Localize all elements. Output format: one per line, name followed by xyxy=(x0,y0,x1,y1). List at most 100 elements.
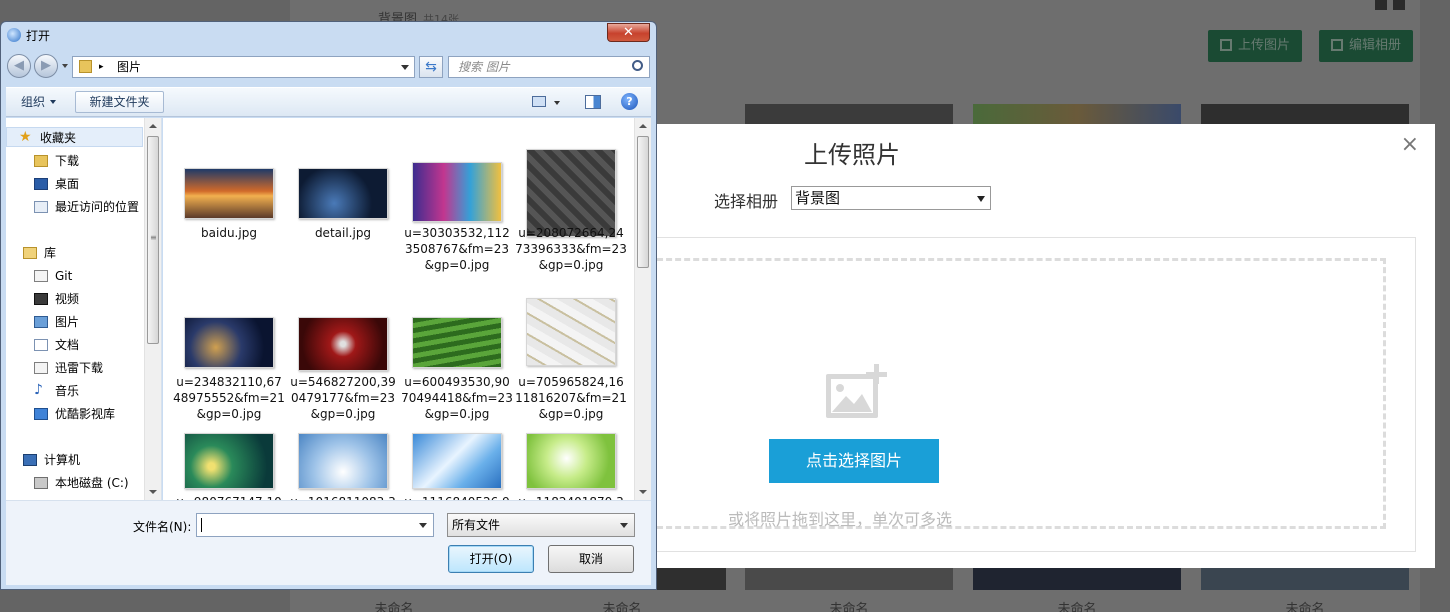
file-name: u=234832110,6748975552&fm=21&gp=0.jpg xyxy=(173,375,285,421)
star-icon: ★ xyxy=(19,129,32,145)
image-thumbnail xyxy=(526,433,616,489)
document-icon xyxy=(34,339,48,351)
file-name: u=705965824,1611816207&fm=21&gp=0.jpg xyxy=(515,375,627,421)
breadcrumb[interactable]: 图片 xyxy=(117,57,141,77)
file-list-scrollbar[interactable] xyxy=(634,118,651,500)
upload-photo-modal: 上传照片 × 选择相册 背景图 点击选择图片 或将照片拖到这里，单次可多选 xyxy=(648,124,1435,568)
file-name: u=208072664,2473396333&fm=23&gp=0.jpg xyxy=(515,226,627,272)
filename-input[interactable] xyxy=(196,513,434,537)
chevron-down-icon[interactable] xyxy=(554,101,560,105)
edit-album-button[interactable]: 编辑相册 xyxy=(1319,30,1414,62)
git-folder-icon xyxy=(34,270,48,282)
navigation-pane: ★ 收藏夹 下载 桌面 最近访问的位置 库 Git 视频 图片 文档 迅雷下载 … xyxy=(6,118,162,500)
app-icon xyxy=(7,28,21,42)
address-bar[interactable]: ▸ 图片 xyxy=(72,56,415,78)
album-select-label: 选择相册 xyxy=(714,192,779,211)
sidebar-scrollbar[interactable]: ≡ xyxy=(144,118,161,500)
grip-icon: ≡ xyxy=(150,233,157,242)
album-select[interactable]: 背景图 xyxy=(791,186,991,210)
dialog-title: 打开 xyxy=(26,29,51,43)
open-button[interactable]: 打开(O) xyxy=(448,545,534,573)
dialog-titlebar[interactable]: 打开 ✕ xyxy=(1,22,656,48)
photo-caption: 未命名 xyxy=(1285,602,1325,612)
search-input[interactable]: 搜索 图片 xyxy=(448,56,650,78)
music-icon: ♪ xyxy=(34,382,43,398)
library-icon xyxy=(23,247,37,259)
recent-locations-chevron-icon[interactable] xyxy=(62,64,68,68)
file-name: u=30303532,1123508767&fm=23&gp=0.jpg xyxy=(404,226,510,272)
list-view-icon[interactable] xyxy=(1393,0,1405,10)
scrollbar-thumb[interactable] xyxy=(637,136,649,268)
text-caret xyxy=(201,518,202,532)
image-thumbnail xyxy=(184,168,274,219)
video-library-icon xyxy=(34,408,48,420)
filename-label: 文件名(N): xyxy=(133,520,192,534)
scroll-up-icon[interactable] xyxy=(149,124,157,128)
downloads-folder-icon xyxy=(34,155,48,167)
scroll-down-icon[interactable] xyxy=(149,490,157,494)
drop-hint: 或将照片拖到这里，单次可多选 xyxy=(728,510,953,529)
photo-caption: 未命名 xyxy=(829,602,869,612)
edit-icon xyxy=(1331,39,1343,51)
image-thumbnail xyxy=(298,168,388,219)
upload-icon xyxy=(1220,39,1232,51)
computer-icon xyxy=(23,454,37,466)
album-photo[interactable] xyxy=(973,566,1181,590)
folder-icon xyxy=(79,60,92,73)
image-thumbnail xyxy=(298,433,388,489)
hard-drive-icon xyxy=(34,477,48,489)
sidebar-item-favorites[interactable]: ★ 收藏夹 xyxy=(6,127,143,147)
album-photo[interactable] xyxy=(973,104,1181,126)
preview-pane-icon[interactable] xyxy=(585,95,601,109)
file-list: baidu.jpg detail.jpg u=30303532,11235087… xyxy=(163,118,651,525)
image-thumbnail xyxy=(412,317,502,368)
file-name: u=546827200,390479177&fm=23&gp=0.jpg xyxy=(290,375,396,421)
image-thumbnail xyxy=(184,317,274,368)
image-thumbnail xyxy=(298,317,388,371)
pictures-icon xyxy=(34,316,48,328)
image-thumbnail xyxy=(526,149,616,237)
recent-places-icon xyxy=(34,201,48,213)
photo-caption: 未命名 xyxy=(602,602,642,612)
search-icon xyxy=(632,60,643,71)
close-button[interactable]: ✕ xyxy=(607,23,650,42)
help-icon[interactable]: ? xyxy=(621,93,638,110)
dialog-footer: 文件名(N): 所有文件 打开(O) 取消 xyxy=(6,500,651,585)
file-name: u=600493530,9070494418&fm=23&gp=0.jpg xyxy=(401,375,513,421)
add-image-icon xyxy=(826,364,887,418)
open-file-dialog: 打开 ✕ ◀ ▶ ▸ 图片 ⇆ 搜索 图片 组织 新建文件夹 ? ★ 收藏夹 下… xyxy=(0,21,657,590)
forward-icon[interactable]: ▶ xyxy=(34,54,58,78)
refresh-icon[interactable]: ⇆ xyxy=(419,56,443,78)
modal-title: 上传照片 xyxy=(804,141,900,169)
photo-caption: 未命名 xyxy=(374,602,414,612)
file-name: baidu.jpg xyxy=(201,226,257,240)
video-icon xyxy=(34,293,48,305)
back-icon[interactable]: ◀ xyxy=(7,54,31,78)
album-photo[interactable] xyxy=(1201,104,1409,126)
chevron-down-icon[interactable] xyxy=(401,65,409,70)
scroll-up-icon[interactable] xyxy=(639,124,647,128)
file-name: detail.jpg xyxy=(314,226,372,240)
grid-view-icon[interactable] xyxy=(1375,0,1387,10)
downloads-folder-icon xyxy=(34,362,48,374)
album-photo[interactable] xyxy=(1201,566,1409,590)
view-toggle[interactable] xyxy=(1375,0,1405,10)
desktop-icon xyxy=(34,178,48,190)
scroll-down-icon[interactable] xyxy=(639,490,647,494)
pick-image-button[interactable]: 点击选择图片 xyxy=(769,439,939,483)
new-folder-button[interactable]: 新建文件夹 xyxy=(75,91,164,113)
close-icon[interactable]: × xyxy=(1401,132,1419,157)
album-photo[interactable] xyxy=(745,104,953,126)
album-photo[interactable] xyxy=(745,566,953,590)
chevron-down-icon[interactable] xyxy=(419,523,427,528)
chevron-down-icon xyxy=(50,100,57,104)
organize-menu[interactable]: 组织 xyxy=(21,93,57,110)
breadcrumb-separator[interactable]: ▸ xyxy=(99,57,104,77)
photo-caption: 未命名 xyxy=(1057,602,1097,612)
file-type-select[interactable]: 所有文件 xyxy=(447,513,635,537)
image-thumbnail xyxy=(184,433,274,489)
cancel-button[interactable]: 取消 xyxy=(548,545,634,573)
change-view-icon[interactable] xyxy=(532,96,546,107)
upload-photo-button[interactable]: 上传图片 xyxy=(1208,30,1303,62)
drop-zone[interactable] xyxy=(648,258,1386,529)
